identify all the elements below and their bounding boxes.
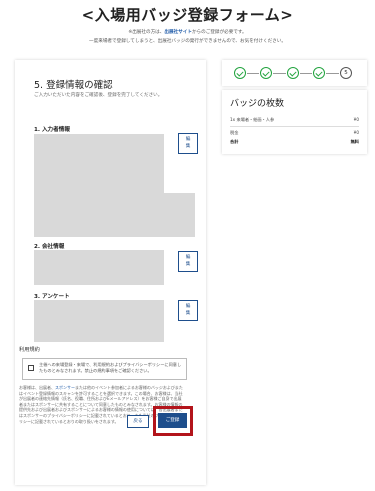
badge-row-label: 税金 <box>230 130 239 135</box>
section-label-company: 2. 会社情報 <box>34 244 65 250</box>
step-4-check-icon <box>313 67 325 79</box>
company-info-placeholder <box>34 250 164 285</box>
attendee-info-placeholder <box>34 134 164 193</box>
section-label-attendee: 1. 入力者情報 <box>34 127 70 133</box>
step-2-check-icon <box>260 67 272 79</box>
confirmation-subtitle: ご入力いただいた内容をご確認後、登録を完了してください。 <box>34 93 163 98</box>
step-5-current: 5 <box>340 67 352 79</box>
badge-row-attendee: 1x 来場者・絵画・人参 ¥0 <box>230 117 359 123</box>
badge-row-tax: 税金 ¥0 <box>230 130 359 136</box>
confirmation-title: 5. 登録情報の確認 <box>34 80 113 91</box>
badge-row-value: 無料 <box>350 139 359 144</box>
step-3-check-icon <box>287 67 299 79</box>
page-notes: ※出展社の方は、出展社サイトからのご登録が必要です。 一度来場者で登録してしまう… <box>0 28 375 46</box>
badge-row-value: ¥0 <box>353 130 359 135</box>
notice-line-2: 一度来場者で登録してしまうと、出展社バッジの発行ができませんので、お気を付けくだ… <box>89 39 286 44</box>
section-label-survey: 3. アンケート <box>34 294 70 300</box>
edit-survey-button[interactable]: 編 集 <box>178 300 198 321</box>
badge-row-total: 合計 無料 <box>230 139 359 145</box>
badge-count-title: バッジの枚数 <box>230 99 285 109</box>
notice-prefix: ※出展社の方は、 <box>128 30 165 35</box>
submit-button[interactable]: ご登録 <box>158 413 187 428</box>
terms-text: 主催への来場登録・来場で、利用規約およびプライバシーポリシーに同意したものとみな… <box>39 362 182 373</box>
edit-company-button[interactable]: 編 集 <box>178 251 198 272</box>
badge-count-panel: バッジの枚数 1x 来場者・絵画・人参 ¥0 税金 ¥0 合計 無料 <box>222 90 367 154</box>
step-connector <box>273 73 286 74</box>
terms-checkbox[interactable] <box>28 365 34 371</box>
page-title: <入場用バッジ登録フォーム> <box>81 6 294 24</box>
step-1-check-icon <box>234 67 246 79</box>
terms-box: 主催への来場登録・来場で、利用規約およびプライバシーポリシーに同意したものとみな… <box>22 358 187 380</box>
sponsor-link[interactable]: スポンサー <box>55 385 75 390</box>
badge-row-label: 合計 <box>230 139 239 144</box>
divider <box>230 126 359 127</box>
badge-row-value: ¥0 <box>353 117 359 122</box>
notice-suffix: からのご登録が必要です。 <box>191 30 247 35</box>
step-connector <box>247 73 259 74</box>
survey-info-placeholder <box>34 300 164 342</box>
back-button[interactable]: 戻る <box>127 415 149 428</box>
step-connector <box>326 73 339 74</box>
notice-line-1: ※出展社の方は、出展社サイトからのご登録が必要です。 <box>0 28 375 37</box>
fine-print-start: お客様は、出展者、 <box>19 385 55 390</box>
progress-steps: 5 <box>222 60 367 86</box>
step-connector <box>300 73 312 74</box>
terms-title: 利用規約 <box>19 347 40 353</box>
attendee-info-placeholder-lower <box>34 193 195 237</box>
edit-attendee-button[interactable]: 編 集 <box>178 133 198 154</box>
badge-row-label: 1x 来場者・絵画・人参 <box>230 117 275 122</box>
exhibitor-site-link[interactable]: 出展社サイト <box>164 30 192 35</box>
